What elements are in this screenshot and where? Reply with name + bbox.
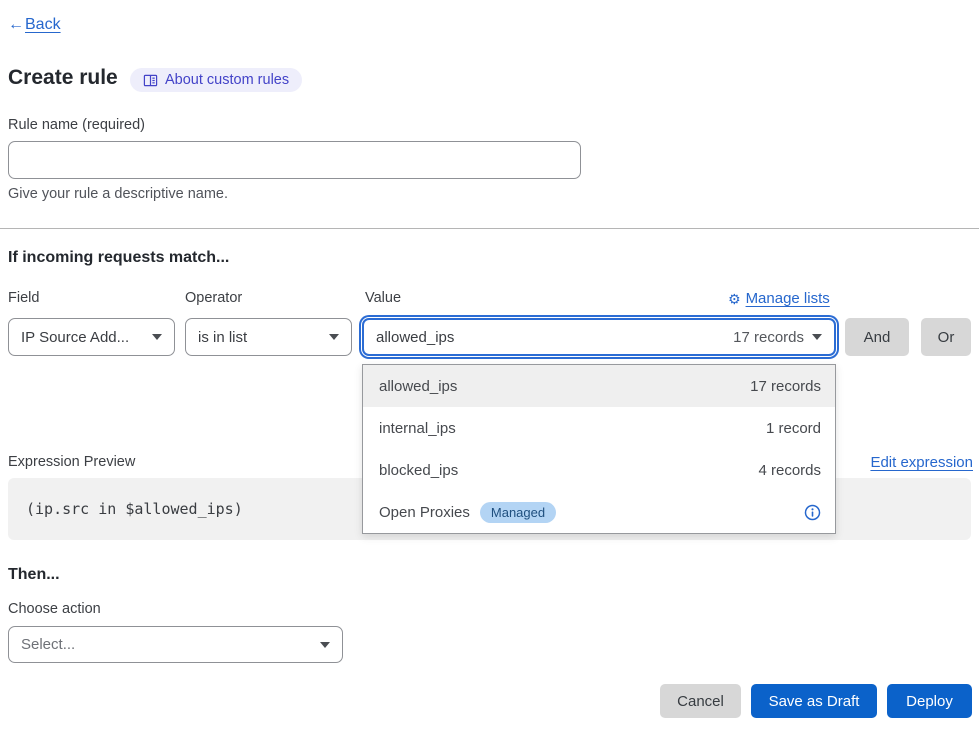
chevron-down-icon	[152, 334, 162, 340]
field-label: Field	[8, 290, 39, 306]
list-records: 1 record	[456, 420, 821, 437]
expression-code: (ip.src in $allowed_ips)	[26, 500, 243, 518]
info-icon[interactable]	[556, 504, 821, 521]
dropdown-item-blocked-ips[interactable]: blocked_ips 4 records	[363, 449, 835, 491]
cancel-button[interactable]: Cancel	[660, 684, 741, 718]
or-button[interactable]: Or	[921, 318, 971, 356]
dropdown-item-open-proxies[interactable]: Open Proxies Managed	[363, 491, 835, 533]
back-link-label: Back	[25, 16, 61, 34]
chevron-down-icon	[812, 334, 822, 340]
list-records: 17 records	[457, 378, 821, 395]
manage-lists-label: Manage lists	[746, 290, 830, 307]
value-select[interactable]: allowed_ips 17 records	[362, 318, 836, 356]
list-name: Open Proxies	[379, 504, 470, 521]
dropdown-item-internal-ips[interactable]: internal_ips 1 record	[363, 407, 835, 449]
edit-expression-link[interactable]: Edit expression	[870, 454, 973, 471]
list-name: allowed_ips	[379, 378, 457, 395]
dropdown-item-allowed-ips[interactable]: allowed_ips 17 records	[363, 365, 835, 407]
operator-label: Operator	[185, 290, 242, 306]
rule-name-input[interactable]	[8, 141, 581, 179]
value-label: Value	[365, 290, 401, 306]
field-select-value: IP Source Add...	[21, 329, 144, 346]
rule-name-label: Rule name (required)	[8, 117, 145, 133]
choose-action-label: Choose action	[8, 601, 101, 617]
deploy-button[interactable]: Deploy	[887, 684, 972, 718]
manage-lists-link[interactable]: ⚙ Manage lists	[728, 290, 830, 307]
chevron-down-icon	[329, 334, 339, 340]
back-link[interactable]: ←Back	[8, 16, 61, 34]
match-section-heading: If incoming requests match...	[8, 249, 229, 267]
action-select-placeholder: Select...	[21, 636, 312, 653]
about-custom-rules-link[interactable]: About custom rules	[130, 68, 302, 92]
page-title: Create rule	[8, 66, 118, 90]
value-select-records: 17 records	[733, 329, 804, 346]
edit-expression-label: Edit expression	[870, 454, 973, 471]
value-select-value: allowed_ips	[376, 329, 725, 346]
action-select[interactable]: Select...	[8, 626, 343, 663]
and-button[interactable]: And	[845, 318, 909, 356]
chevron-down-icon	[320, 642, 330, 648]
create-rule-page: ←Back Create rule About custom rules Rul…	[0, 0, 979, 739]
list-name: internal_ips	[379, 420, 456, 437]
field-select[interactable]: IP Source Add...	[8, 318, 175, 356]
save-as-draft-button[interactable]: Save as Draft	[751, 684, 877, 718]
section-divider	[0, 228, 979, 229]
back-arrow-icon: ←	[8, 16, 24, 34]
list-records: 4 records	[458, 462, 821, 479]
operator-select-value: is in list	[198, 329, 321, 346]
rule-name-helper: Give your rule a descriptive name.	[8, 186, 228, 202]
list-name: blocked_ips	[379, 462, 458, 479]
expression-preview-label: Expression Preview	[8, 454, 135, 470]
then-section-heading: Then...	[8, 566, 60, 584]
about-badge-label: About custom rules	[165, 72, 289, 88]
book-icon	[143, 73, 158, 88]
operator-select[interactable]: is in list	[185, 318, 352, 356]
managed-badge: Managed	[480, 502, 556, 523]
value-dropdown: allowed_ips 17 records internal_ips 1 re…	[362, 364, 836, 534]
gear-icon: ⚙	[728, 292, 741, 306]
